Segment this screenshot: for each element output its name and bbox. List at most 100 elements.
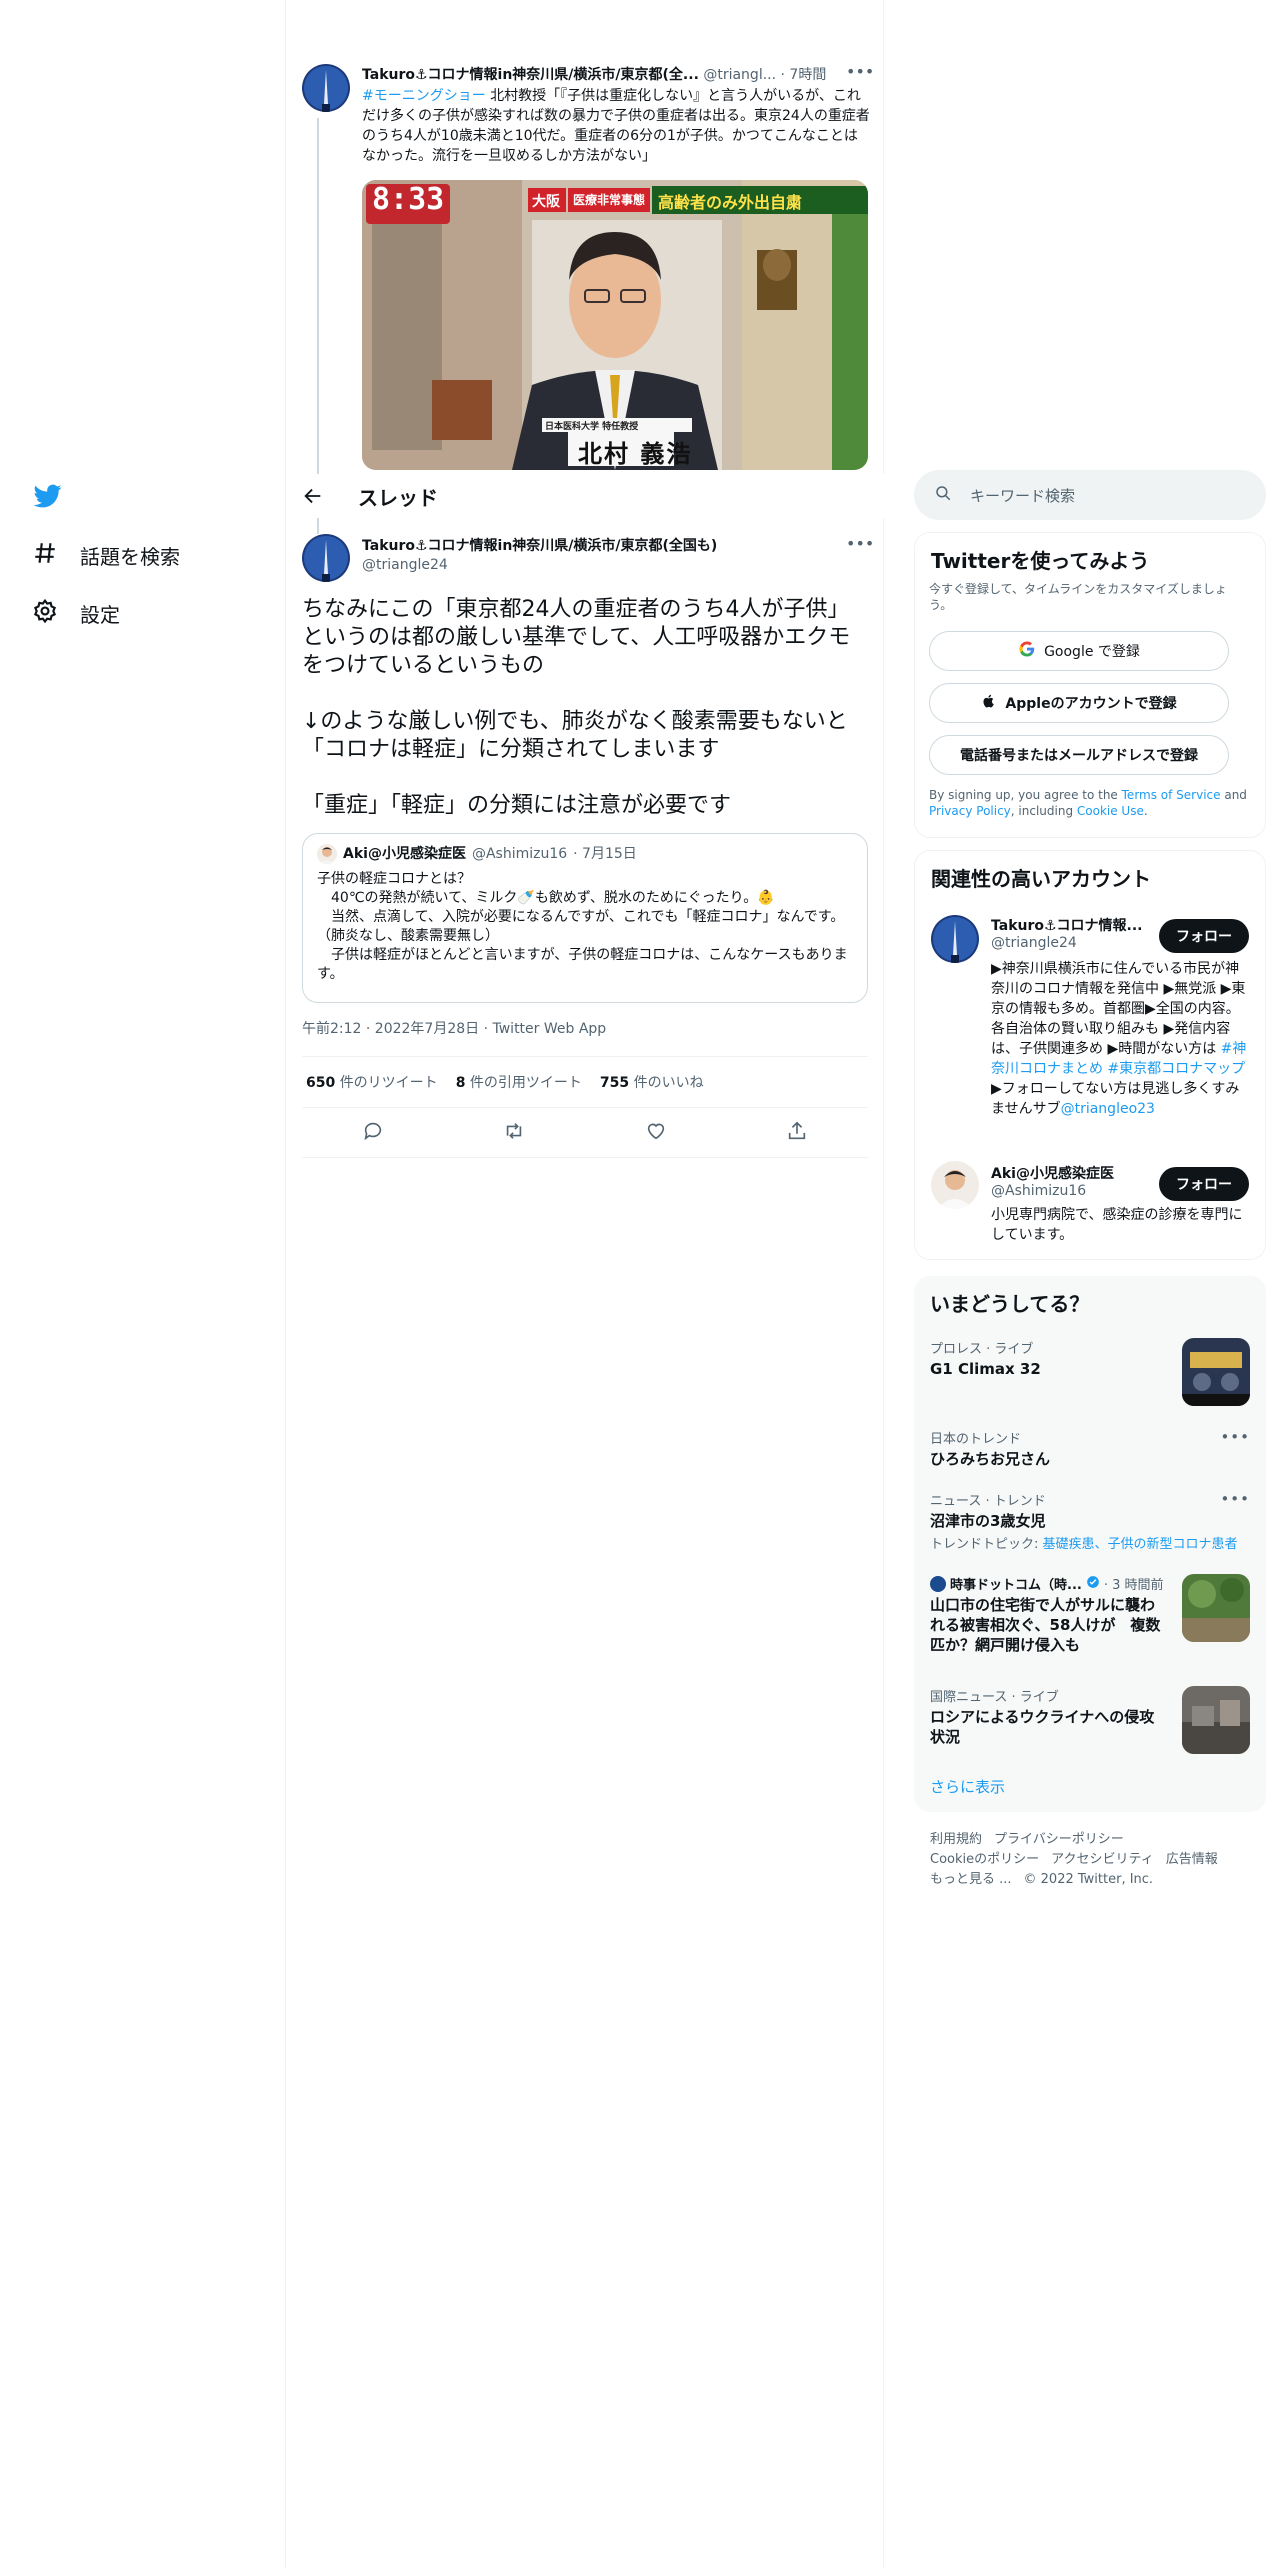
retweet-icon[interactable]: [503, 1120, 525, 1146]
google-icon: [1018, 640, 1036, 662]
avatar[interactable]: [302, 534, 350, 582]
more-icon[interactable]: •••: [846, 62, 874, 81]
bio-text: ▶神奈川県横浜市に住んでいる市民が神奈川のコロナ情報を発信中 ▶無党派 ▶東京の…: [991, 961, 1246, 1057]
broadcast-headline: 高齢者のみ外出自粛: [658, 193, 803, 212]
trends-title: いまどうしてる？: [930, 1292, 1090, 1316]
trend-title: ひろみちお兄さん: [930, 1450, 1051, 1468]
nav-settings[interactable]: 設定: [32, 598, 120, 629]
more-icon[interactable]: •••: [1220, 1428, 1250, 1446]
nav-explore[interactable]: 話題を検索: [32, 540, 180, 571]
retweets-stat[interactable]: 650 件のリツイート: [306, 1072, 438, 1092]
signup-title: Twitterを使ってみよう: [931, 549, 1150, 573]
apple-signup-label: Appleのアカウントで登録: [1005, 696, 1177, 712]
footer-privacy-link[interactable]: プライバシーポリシー: [994, 1832, 1124, 1847]
like-icon[interactable]: [645, 1120, 667, 1146]
relevant-accounts-card: 関連性の高いアカウント Takuro⚓コロナ情報... @triangle24 …: [914, 850, 1266, 1260]
author-handle[interactable]: @triangle24: [362, 557, 832, 573]
twitter-logo-icon[interactable]: [32, 482, 64, 510]
trend-topics[interactable]: 基礎疾患、子供の新型コロナ患者: [1043, 1537, 1238, 1552]
search-box[interactable]: キーワード検索: [914, 470, 1266, 520]
footer-copyright: © 2022 Twitter, Inc.: [1023, 1872, 1154, 1887]
quoted-line: 子供は軽症がほとんどと言いますが、子供の軽症コロナは、こんなケースもあります。: [317, 947, 848, 982]
tweet-timestamp[interactable]: 午前2:12 · 2022年7月28日 · Twitter Web App: [302, 1018, 606, 1038]
likes-count: 755: [599, 1075, 630, 1091]
avatar: [317, 844, 337, 864]
trend-item[interactable]: 時事ドットコム（時... · 3 時間前 山口市の住宅街で人がサルに襲われる被害…: [930, 1574, 1166, 1655]
back-arrow-icon[interactable]: [302, 485, 324, 507]
author-name[interactable]: Takuro⚓コロナ情報in神奈川県/横浜市/東京都(全国も): [362, 535, 832, 555]
google-signup-button[interactable]: Google で登録: [929, 631, 1229, 671]
footer-cookie-link[interactable]: Cookieのポリシー: [930, 1852, 1039, 1867]
more-icon[interactable]: •••: [846, 534, 874, 553]
author-handle[interactable]: @triangl...: [703, 67, 776, 83]
follow-button[interactable]: フォロー: [1159, 919, 1249, 953]
broadcast-person-name: 北村 義浩: [578, 439, 693, 468]
tweet-time[interactable]: · 7時間: [781, 67, 827, 83]
terms-text: .: [1143, 804, 1148, 818]
cookie-link[interactable]: Cookie Use: [1077, 804, 1144, 818]
news-source-avatar: [930, 1575, 946, 1592]
signup-card: Twitterを使ってみよう 今すぐ登録して、タイムラインをカスタマイズしましょ…: [914, 532, 1266, 838]
apple-signup-button[interactable]: Appleのアカウントで登録: [929, 683, 1229, 723]
footer-ads-link[interactable]: 広告情報: [1166, 1852, 1218, 1867]
reply-icon[interactable]: [362, 1120, 384, 1146]
privacy-link[interactable]: Privacy Policy: [929, 804, 1011, 818]
trend-item[interactable]: 日本のトレンド ひろみちお兄さん: [930, 1428, 1250, 1469]
page-title: スレッド: [358, 485, 438, 510]
bio-mention[interactable]: @triangleo23: [1061, 1101, 1155, 1117]
trend-item[interactable]: ニュース · トレンド 沼津市の3歳女児 トレンドトピック: 基礎疾患、子供の新…: [930, 1490, 1250, 1552]
trend-item[interactable]: 国際ニュース · ライブ ロシアによるウクライナへの侵攻状況: [930, 1686, 1166, 1747]
search-icon: [934, 484, 952, 506]
author-name[interactable]: Takuro⚓コロナ情報in神奈川県/横浜市/東京都(全...: [362, 67, 699, 83]
trend-category: 国際ニュース · ライブ: [930, 1690, 1059, 1705]
tweet-image[interactable]: 8:33 大阪 医療非常事態 高齢者のみ外出自粛 日本医科大学 特任教授 北村 …: [362, 180, 868, 470]
nav-settings-label: 設定: [80, 603, 120, 627]
retweets-count: 650: [306, 1075, 336, 1091]
phone-signup-button[interactable]: 電話番号またはメールアドレスで登録: [929, 735, 1229, 775]
footer-accessibility-link[interactable]: アクセシビリティ: [1051, 1852, 1154, 1867]
quotes-count: 8: [455, 1075, 466, 1091]
footer-more-link[interactable]: もっと見る ...: [930, 1872, 1012, 1887]
hashtag-icon: [32, 540, 58, 571]
quoted-line: 子供の軽症コロナとは？: [317, 871, 471, 887]
account-row[interactable]: Aki@小児感染症医 @Ashimizu16: [991, 1163, 1151, 1199]
trend-title: 山口市の住宅街で人がサルに襲われる被害相次ぐ、58人けが 複数匹か？網戸開け侵入…: [930, 1596, 1161, 1654]
google-signup-label: Google で登録: [1044, 644, 1140, 660]
likes-stat[interactable]: 755 件のいいね: [600, 1072, 704, 1092]
verified-icon: [1086, 1575, 1100, 1593]
account-row[interactable]: Takuro⚓コロナ情報... @triangle24: [991, 915, 1151, 951]
share-icon[interactable]: [786, 1120, 808, 1146]
terms-link[interactable]: Terms of Service: [1122, 788, 1221, 802]
tweet-body: ちなみにこの「東京都24人の重症者のうち4人が子供」というのは都の厳しい基準でし…: [302, 596, 868, 820]
avatar[interactable]: [931, 1161, 979, 1209]
retweets-label: 件のリツイート: [339, 1075, 438, 1091]
quotes-label: 件の引用ツイート: [469, 1075, 582, 1091]
tweet-paragraph: ちなみにこの「東京都24人の重症者のうち4人が子供」というのは都の厳しい基準でし…: [302, 597, 851, 678]
search-input[interactable]: キーワード検索: [970, 485, 1075, 506]
tweet-actions: [302, 1108, 868, 1158]
relevant-title: 関連性の高いアカウント: [931, 867, 1151, 891]
footer-terms-link[interactable]: 利用規約: [930, 1832, 982, 1847]
news-time: · 3 時間前: [1103, 1578, 1164, 1593]
tweet-paragraph: ↓のような厳しい例でも、肺炎がなく酸素需要もないと「コロナは軽症」に分類されてし…: [302, 709, 848, 762]
quoted-tweet[interactable]: Aki@小児感染症医 @Ashimizu16 · 7月15日 子供の軽症コロナと…: [302, 833, 868, 1003]
trend-title: ロシアによるウクライナへの侵攻状況: [930, 1708, 1155, 1746]
more-icon[interactable]: •••: [1220, 1490, 1250, 1508]
account-bio: ▶神奈川県横浜市に住んでいる市民が神奈川のコロナ情報を発信中 ▶無党派 ▶東京の…: [991, 959, 1253, 1119]
broadcast-badge-osaka: 大阪: [532, 194, 560, 210]
account-name: Aki@小児感染症医: [991, 1166, 1114, 1182]
trend-category: 日本のトレンド: [930, 1432, 1022, 1447]
avatar[interactable]: [931, 915, 979, 963]
avatar[interactable]: [302, 64, 350, 112]
news-source: 時事ドットコム（時...: [950, 1578, 1082, 1593]
quoted-author-name: Aki@小児感染症医: [343, 845, 466, 862]
quotes-stat[interactable]: 8 件の引用ツイート: [456, 1072, 582, 1092]
show-more-link[interactable]: さらに表示: [930, 1776, 1005, 1797]
broadcast-clock: 8:33: [372, 182, 445, 217]
broadcast-badge-emergency: 医療非常事態: [573, 193, 646, 207]
gear-icon: [32, 598, 58, 629]
follow-button[interactable]: フォロー: [1159, 1167, 1249, 1201]
parent-tweet[interactable]: Takuro⚓コロナ情報in神奈川県/横浜市/東京都(全... @triangl…: [286, 50, 884, 528]
hashtag-link[interactable]: #モーニングショー: [362, 88, 486, 104]
account-bio: 小児専門病院で、感染症の診療を専門にしています。: [991, 1207, 1243, 1243]
